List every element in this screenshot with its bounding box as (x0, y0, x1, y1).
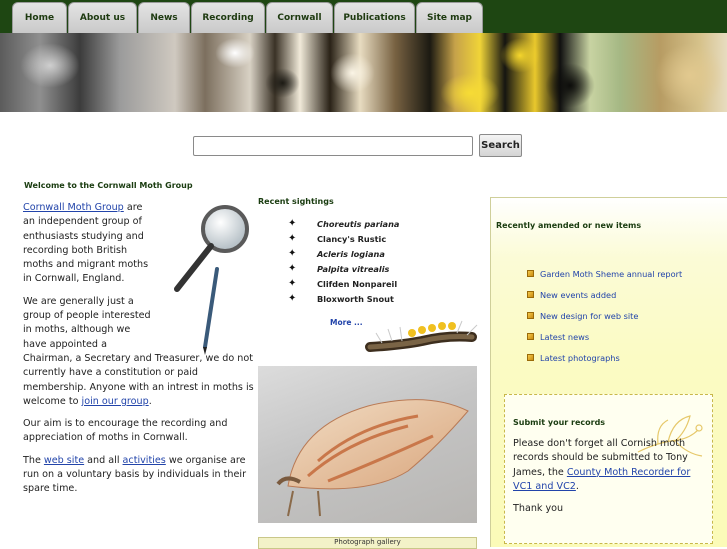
moth-icon: ✦ (288, 278, 297, 289)
recent-sightings-heading: Recent sightings (258, 197, 334, 206)
tab-recording[interactable]: Recording (191, 2, 265, 33)
list-item[interactable]: ✦ Bloxworth Snout (288, 291, 468, 306)
more-sightings-link[interactable]: More ... (330, 318, 363, 327)
list-item[interactable]: ✦ Acleris logiana (288, 246, 468, 261)
moth-icon: ✦ (288, 293, 297, 304)
tab-home[interactable]: Home (12, 2, 67, 33)
bullet-icon (527, 354, 534, 361)
aim-paragraph: Our aim is to encourage the recording an… (23, 418, 228, 444)
list-item[interactable]: ✦ Choreutis pariana (288, 216, 468, 231)
moth-photo[interactable] (258, 366, 477, 523)
submit-paragraph: Please don't forget all Cornish moth rec… (513, 438, 691, 492)
list-item[interactable]: New events added (527, 284, 682, 305)
tab-cornwall[interactable]: Cornwall (266, 2, 333, 33)
list-item[interactable]: ✦ Palpita vitrealis (288, 261, 468, 276)
bullet-icon (527, 312, 534, 319)
moth-icon: ✦ (288, 233, 297, 244)
list-item[interactable]: Latest news (527, 326, 682, 347)
photo-gallery-link[interactable]: Photograph gallery (258, 537, 477, 549)
thank-you-text: Thank you (513, 503, 564, 515)
search-button[interactable]: Search (479, 134, 522, 157)
tab-about-us[interactable]: About us (68, 2, 137, 33)
recent-items-heading: Recently amended or new items (496, 221, 642, 230)
web-site-link[interactable]: web site (44, 455, 84, 466)
bullet-icon (527, 270, 534, 277)
sightings-list: ✦ Choreutis pariana ✦ Clancy's Rustic ✦ Acl… (288, 216, 468, 306)
bullet-icon (527, 333, 534, 340)
moth-icon: ✦ (288, 248, 297, 259)
tab-news[interactable]: News (138, 2, 190, 33)
welcome-heading: Welcome to the Cornwall Moth Group (24, 181, 193, 190)
caterpillar-image (365, 320, 478, 352)
activities-link[interactable]: activities (123, 455, 166, 466)
search-input[interactable] (193, 136, 473, 156)
list-item[interactable]: Garden Moth Sheme annual report (527, 263, 682, 284)
join-our-group-link[interactable]: join our group (82, 396, 149, 407)
cornwall-moth-group-link[interactable]: Cornwall Moth Group (23, 202, 124, 213)
list-item[interactable]: New design for web site (527, 305, 682, 326)
list-item[interactable]: ✦ Clancy's Rustic (288, 231, 468, 246)
submit-records-text: Please don't forget all Cornish moth rec… (513, 437, 708, 524)
tab-publications[interactable]: Publications (334, 2, 415, 33)
moth-icon: ✦ (288, 218, 297, 229)
moth-icon: ✦ (288, 263, 297, 274)
moth-wings-banner (0, 33, 727, 112)
list-item[interactable]: Latest photographs (527, 347, 682, 368)
bullet-icon (527, 291, 534, 298)
tab-site-map[interactable]: Site map (416, 2, 483, 33)
recent-items-list: Garden Moth Sheme annual report New even… (527, 263, 682, 368)
voluntary-paragraph: The web site and all activities we organ… (23, 454, 247, 495)
submit-records-heading: Submit your records (513, 418, 606, 427)
list-item[interactable]: ✦ Clifden Nonpareil (288, 276, 468, 291)
top-nav: Home About us News Recording Cornwall Pu… (0, 0, 727, 33)
magnifying-glass-icon (174, 205, 249, 355)
